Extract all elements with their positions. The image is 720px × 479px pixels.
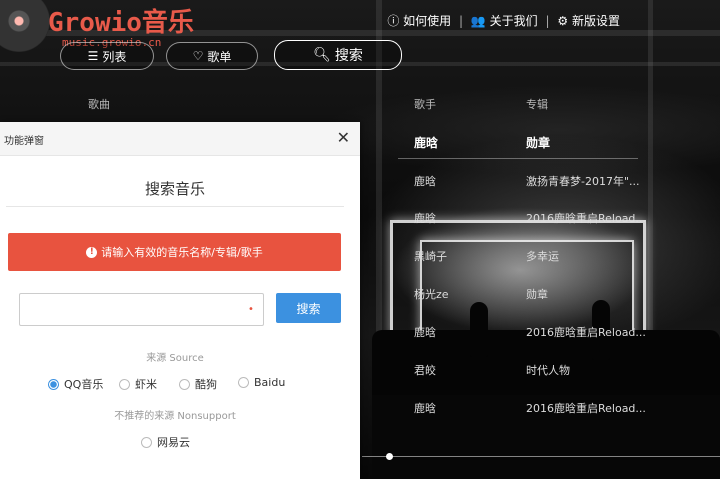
search-icon: 🔍︎	[313, 47, 331, 63]
source-option-label: Baidu	[254, 376, 286, 389]
radio-icon	[141, 436, 152, 448]
column-header-artist: 歌手	[414, 98, 436, 111]
top-nav: ⓘ 如何使用 | 👥 关于我们 | ⚙ 新版设置	[387, 12, 620, 29]
dialog-titlebar: 功能弹窗 ✕	[0, 122, 360, 156]
about-link[interactable]: 👥 关于我们	[471, 12, 538, 29]
settings-link[interactable]: ⚙ 新版设置	[557, 12, 620, 29]
nav-separator: |	[545, 14, 550, 28]
row-artist[interactable]: 鹿晗	[414, 324, 436, 340]
row-album[interactable]: 2016鹿晗重启Reload...	[526, 210, 646, 226]
progress-handle[interactable]	[386, 453, 393, 460]
source-option-netease[interactable]: 网易云	[141, 434, 190, 450]
people-icon: 👥	[470, 14, 486, 28]
row-album[interactable]: 激扬青春梦-2017年"...	[526, 173, 646, 189]
row-artist[interactable]: 杨光ze	[414, 286, 449, 302]
playlist-button-label: 歌单	[207, 49, 232, 64]
list-button-label: 列表	[102, 49, 127, 64]
row-album[interactable]: 勋章	[526, 286, 548, 302]
row-album[interactable]: 时代人物	[526, 362, 570, 378]
logo-title: Growio音乐	[48, 8, 194, 38]
nav-separator: |	[459, 14, 464, 28]
heart-icon: ♡	[192, 49, 204, 63]
settings-link-label: 新版设置	[571, 14, 620, 28]
list-icon: ☰	[87, 49, 99, 63]
dialog-heading: 搜索音乐	[144, 180, 205, 198]
column-header-song: 歌曲	[88, 98, 110, 111]
source-option-xiami[interactable]: 虾米	[119, 376, 157, 392]
gear-icon: ⚙	[557, 14, 569, 28]
row-artist[interactable]: 君皎	[414, 362, 436, 378]
row-artist[interactable]: 黑崎子	[414, 248, 447, 264]
radio-selected-icon	[48, 378, 59, 390]
search-button-top[interactable]: 🔍︎ 搜索	[274, 40, 402, 70]
row-album[interactable]: 2016鹿晗重启Reload...	[526, 324, 646, 340]
radio-icon	[238, 377, 249, 388]
alert-text: 请输入有效的音乐名称/专辑/歌手	[101, 246, 263, 259]
row-album[interactable]: 2016鹿晗重启Reload...	[526, 400, 646, 416]
row-divider	[398, 158, 638, 159]
source-option-label: QQ音乐	[64, 378, 104, 391]
playlist-button[interactable]: ♡ 歌单	[166, 42, 258, 70]
row-artist[interactable]: 鹿晗	[414, 173, 436, 189]
row-album[interactable]: 多幸运	[526, 248, 559, 264]
list-button[interactable]: ☰ 列表	[60, 42, 154, 70]
radio-icon	[119, 378, 130, 390]
source-option-baidu[interactable]: Baidu	[238, 376, 285, 389]
nonsupport-label: 不推荐的来源 Nonsupport	[114, 411, 236, 422]
source-option-qq[interactable]: QQ音乐	[48, 376, 103, 392]
source-label: 来源 Source	[146, 353, 204, 364]
required-indicator: •	[248, 304, 254, 315]
exclamation-icon: !	[86, 246, 98, 258]
help-link[interactable]: ⓘ 如何使用	[387, 12, 451, 29]
source-option-label: 虾米	[135, 378, 157, 391]
search-button-top-label: 搜索	[334, 48, 363, 64]
help-icon: ⓘ	[387, 14, 400, 28]
search-dialog: 功能弹窗 ✕ 搜索音乐 ! 请输入有效的音乐名称/专辑/歌手 • 搜索 来源 S…	[0, 122, 360, 479]
source-option-label: 网易云	[157, 436, 190, 449]
row-artist[interactable]: 鹿晗	[414, 400, 436, 416]
row-artist[interactable]: 鹿晗	[414, 134, 438, 151]
dialog-title: 功能弹窗	[4, 136, 44, 147]
search-button[interactable]: 搜索	[276, 293, 341, 323]
radio-icon	[179, 378, 190, 390]
close-icon[interactable]: ✕	[337, 128, 350, 147]
progress-track[interactable]	[362, 456, 720, 457]
source-option-label: 酷狗	[195, 378, 217, 391]
search-input[interactable]	[19, 293, 264, 326]
heading-divider	[6, 206, 344, 207]
source-option-kugou[interactable]: 酷狗	[179, 376, 217, 392]
column-header-album: 专辑	[526, 98, 548, 111]
help-link-label: 如何使用	[403, 14, 452, 28]
row-artist[interactable]: 鹿晗	[414, 210, 436, 226]
row-album[interactable]: 勋章	[526, 134, 550, 151]
error-alert: ! 请输入有效的音乐名称/专辑/歌手	[8, 233, 341, 271]
about-link-label: 关于我们	[489, 14, 538, 28]
